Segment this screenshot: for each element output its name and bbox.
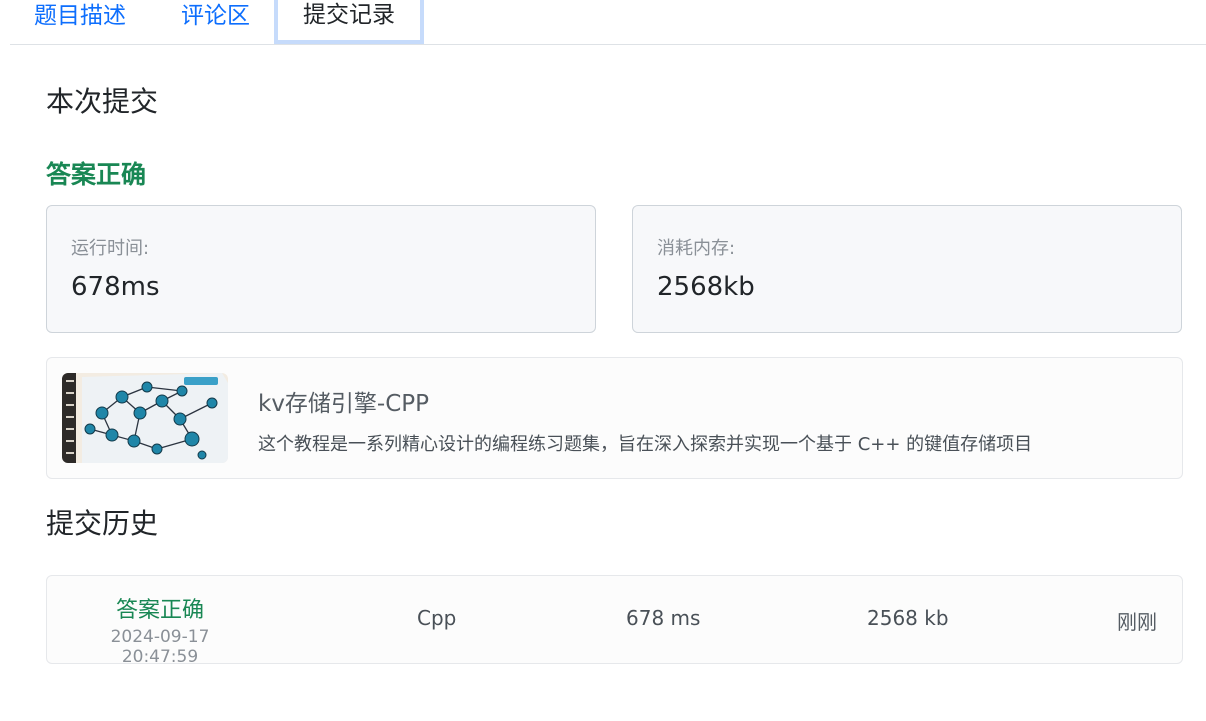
history-language: Cpp bbox=[417, 606, 457, 630]
history-relative-time: 刚刚 bbox=[1117, 610, 1157, 634]
memory-card: 消耗内存: 2568kb bbox=[632, 205, 1182, 333]
tab-comments[interactable]: 评论区 bbox=[181, 0, 250, 44]
table-row[interactable]: 答案正确 2024-09-17 20:47:59 Cpp 678 ms 2568… bbox=[46, 575, 1183, 667]
course-description: 这个教程是一系列精心设计的编程练习题集，旨在深入探索并实现一个基于 C++ 的键… bbox=[258, 434, 1033, 455]
current-submission-title: 本次提交 bbox=[46, 85, 159, 118]
history-runtime: 678 ms bbox=[626, 606, 701, 630]
tab-submissions[interactable]: 提交记录 bbox=[274, 0, 424, 44]
runtime-value: 678ms bbox=[71, 272, 160, 302]
history-status: 答案正确 bbox=[115, 598, 204, 623]
memory-label: 消耗内存: bbox=[657, 238, 736, 259]
runtime-label: 运行时间: bbox=[71, 238, 150, 259]
course-thumbnail bbox=[62, 373, 228, 463]
memory-value: 2568kb bbox=[657, 272, 755, 302]
tab-problem-description[interactable]: 题目描述 bbox=[34, 0, 126, 44]
tab-bar: 题目描述 评论区 提交记录 bbox=[10, 0, 1206, 45]
history-memory: 2568 kb bbox=[867, 606, 949, 630]
history-timestamp: 2024-09-17 20:47:59 bbox=[110, 627, 210, 667]
runtime-card: 运行时间: 678ms bbox=[46, 205, 596, 333]
submission-history-title: 提交历史 bbox=[46, 507, 159, 540]
submission-status: 答案正确 bbox=[46, 160, 147, 189]
course-card[interactable]: kv存储引擎-CPP 这个教程是一系列精心设计的编程练习题集，旨在深入探索并实现… bbox=[46, 357, 1183, 479]
course-title[interactable]: kv存储引擎-CPP bbox=[258, 384, 429, 418]
